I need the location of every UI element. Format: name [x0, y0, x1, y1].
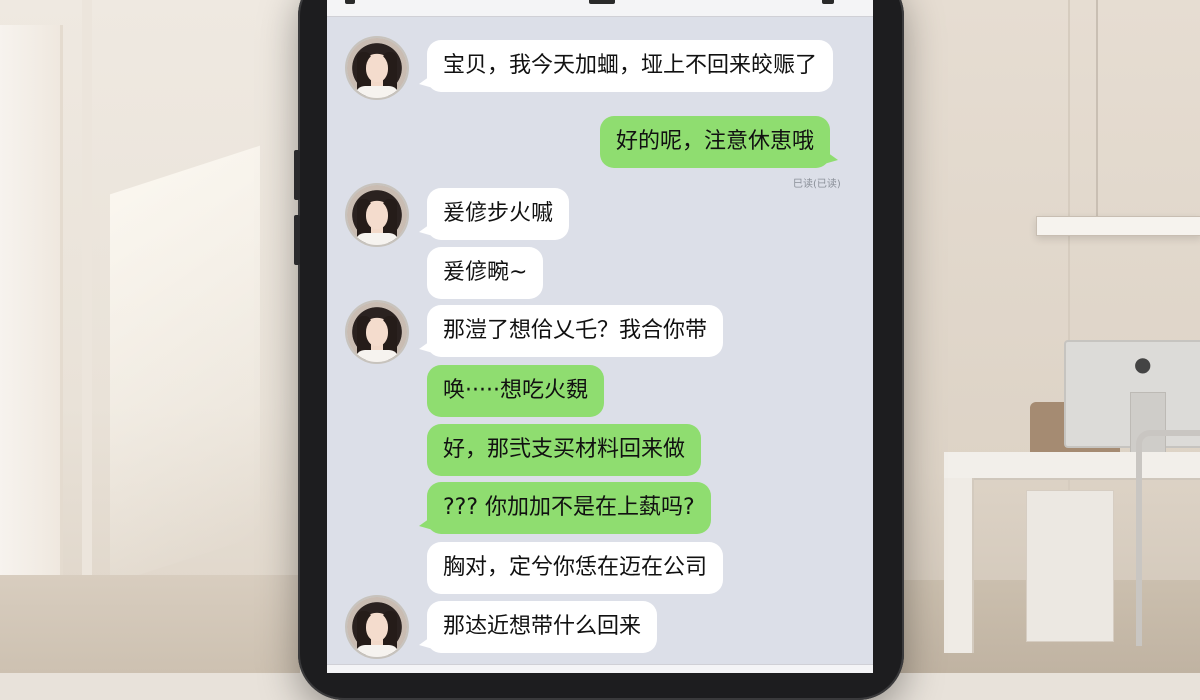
contact-avatar[interactable]: [347, 38, 407, 98]
chat-input-bar[interactable]: [327, 664, 873, 673]
message-outgoing[interactable]: 好，那弐支买材料回来做: [427, 424, 702, 476]
chat-screen[interactable]: 宝贝，我今天加蜖，垭上不回来皎赈了 好的呢，注意休恵哦 巳读(已读) 爰偐步火嘁…: [327, 0, 873, 673]
header-glyph: [822, 0, 834, 4]
contact-avatar[interactable]: [347, 185, 407, 245]
floor-left: [0, 575, 300, 673]
window-mullion: [82, 0, 92, 575]
sunlight-patch: [110, 145, 260, 585]
pendant-lamp-rod: [1096, 0, 1098, 218]
phone-side-button: [294, 215, 300, 265]
message-incoming[interactable]: 爰偐畹~: [427, 247, 544, 299]
contact-avatar[interactable]: [347, 302, 407, 362]
contact-avatar[interactable]: [347, 597, 407, 657]
message-incoming[interactable]: 爰偐步火嘁: [418, 188, 570, 240]
desk-leg: [944, 478, 974, 653]
read-receipt: 巳读(已读): [793, 179, 841, 190]
header-glyph: [345, 0, 355, 4]
message-incoming[interactable]: 那迏近想带什么回来: [418, 601, 658, 653]
message-outgoing[interactable]: ??? 你加加不是在上蓺吗?: [419, 482, 711, 534]
apple-logo-icon: ●: [1134, 352, 1152, 376]
message-outgoing[interactable]: 好的呢，注意休恵哦: [600, 116, 839, 168]
window-frame: [0, 25, 63, 585]
message-incoming[interactable]: 宝贝，我今天加蜖，垭上不回来皎赈了: [418, 40, 834, 92]
chat-header: [327, 0, 873, 17]
desk-cabinet: [1026, 490, 1114, 642]
pendant-lamp: [1036, 216, 1200, 236]
header-glyph: [589, 0, 615, 4]
message-incoming[interactable]: 胸对，定兮你恁在迈在公司: [427, 542, 724, 594]
message-outgoing[interactable]: 唤·····想吃火覣: [427, 365, 604, 417]
chair-frame: [1136, 430, 1200, 646]
phone-side-button: [294, 150, 300, 200]
message-incoming[interactable]: 那溰了想佮乂乇？我合你带: [418, 305, 724, 357]
